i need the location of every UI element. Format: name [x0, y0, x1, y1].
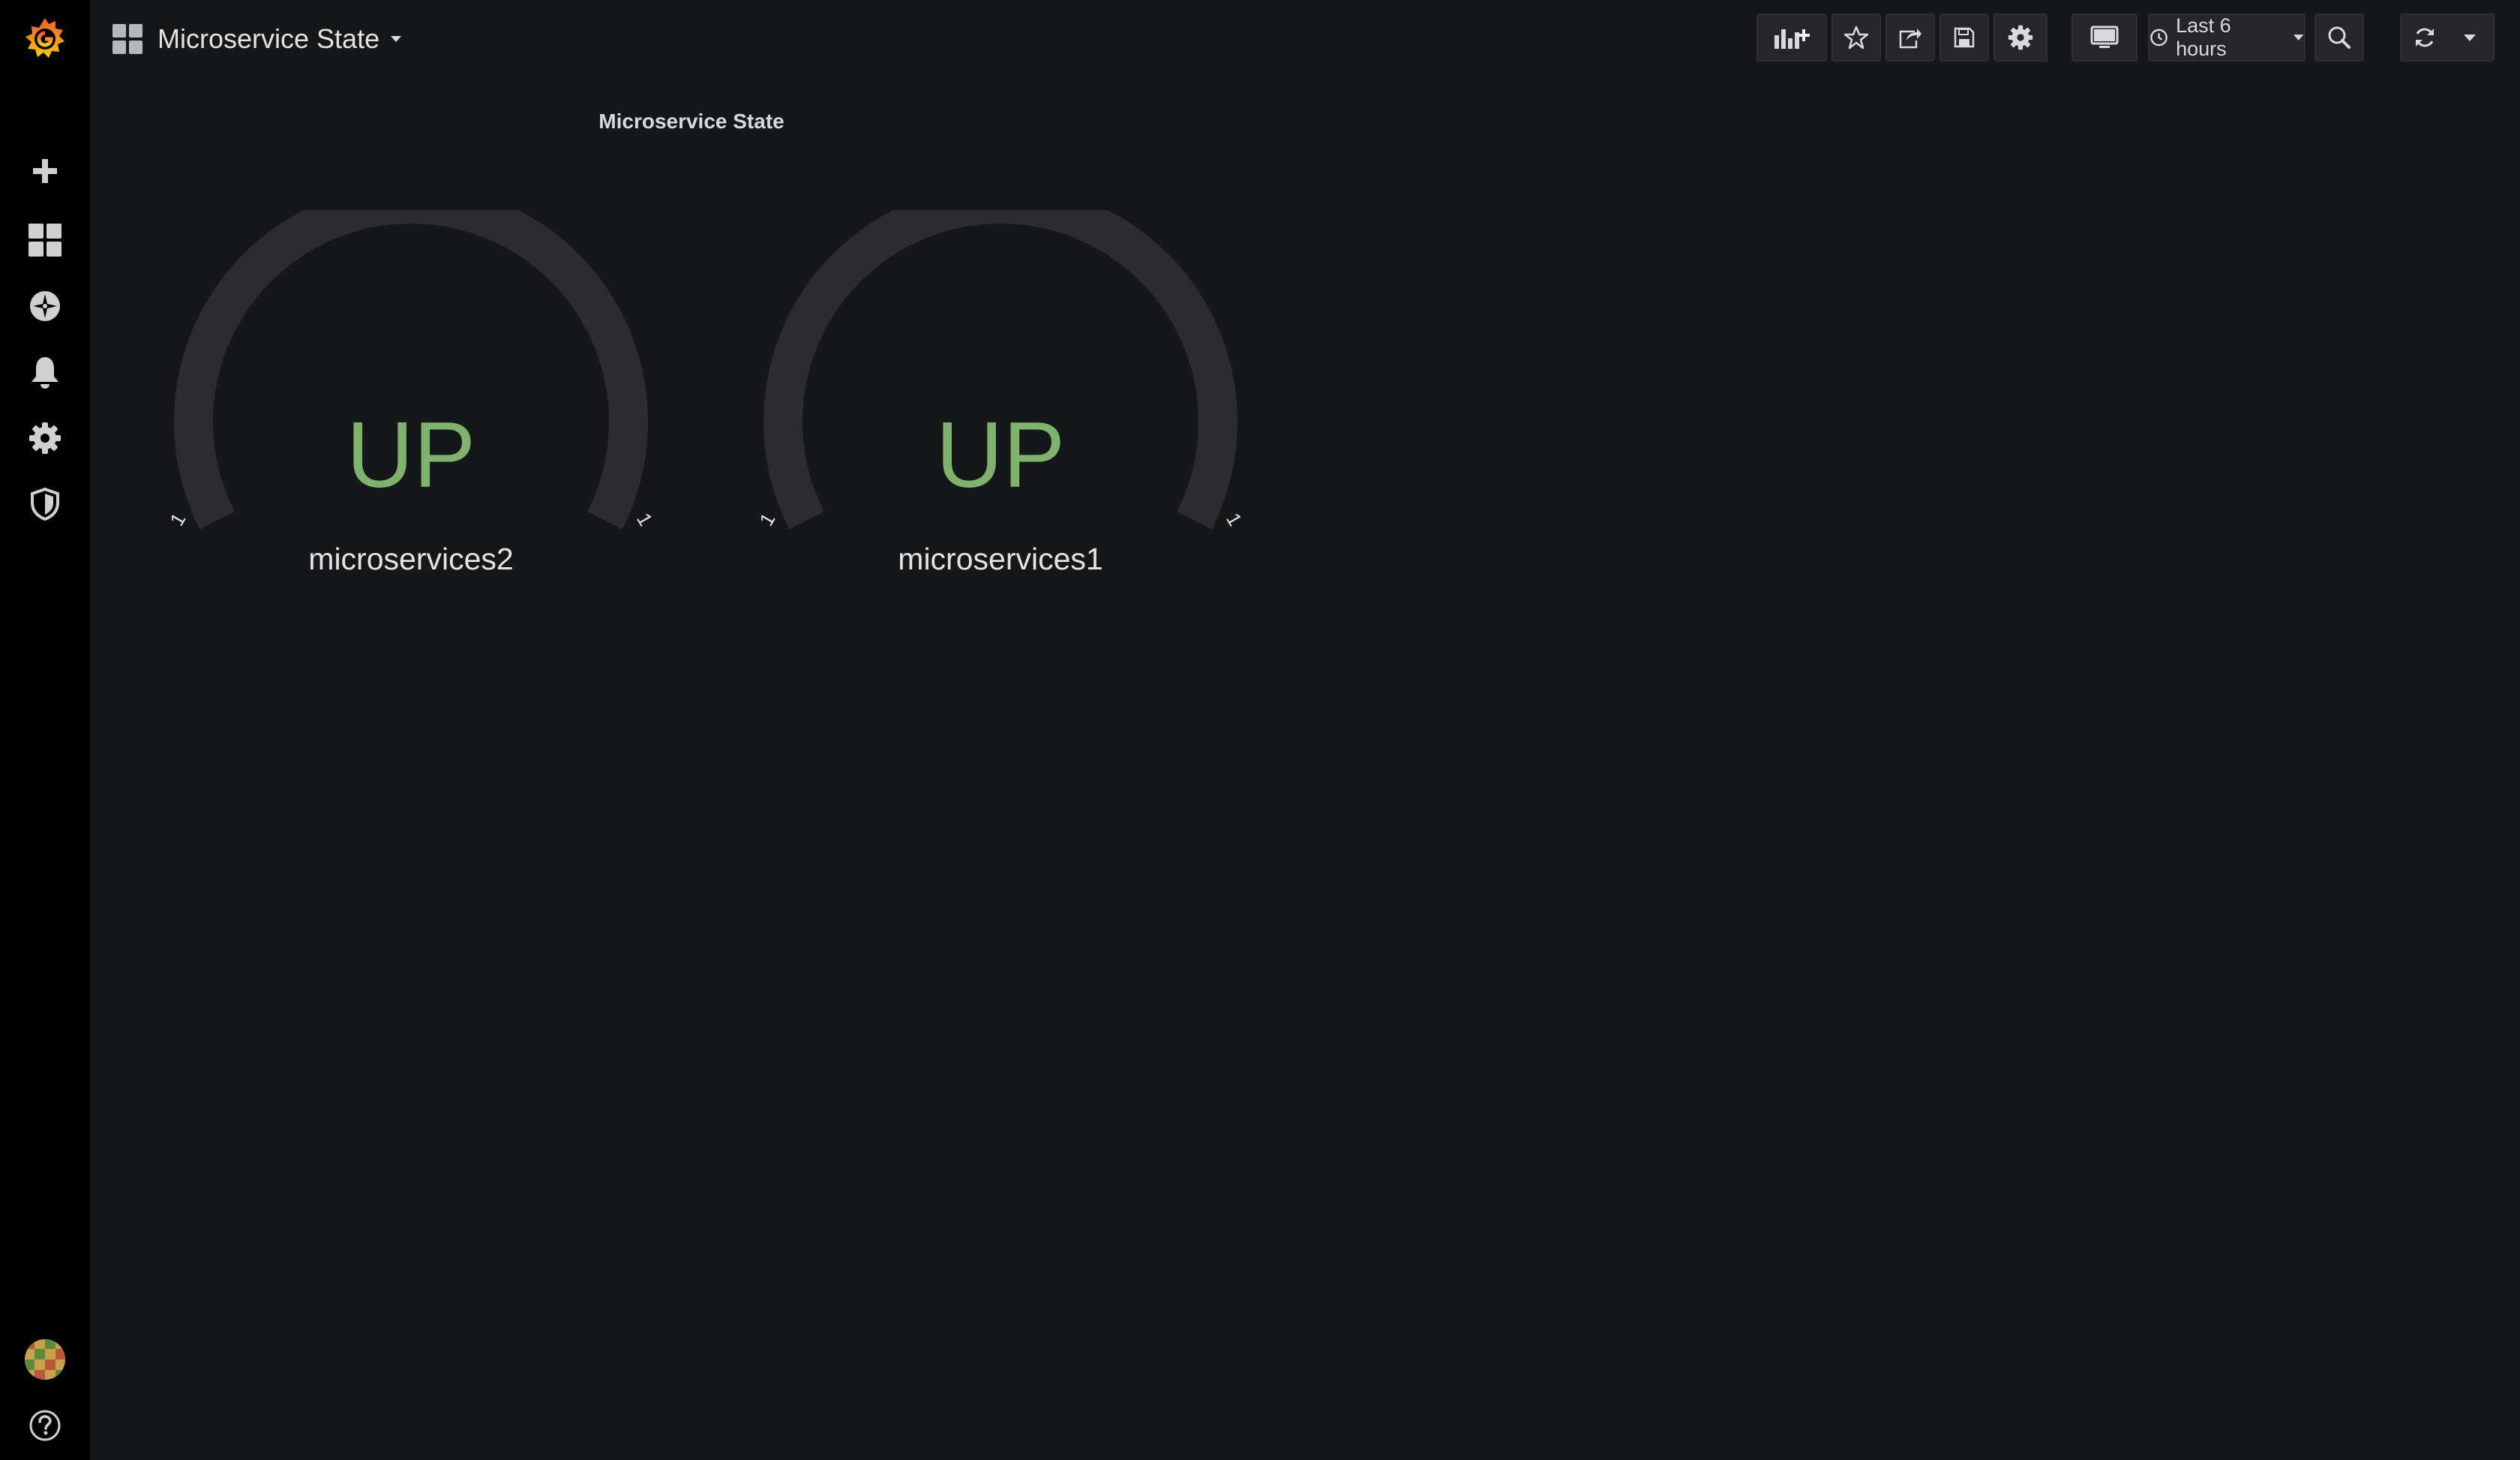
bell-icon — [32, 357, 58, 389]
grafana-logo-icon — [26, 18, 64, 58]
top-navbar: Microservice State Last 6 hours — [90, 0, 2520, 78]
gauge-value: UP — [935, 404, 1066, 507]
refresh-icon — [2416, 28, 2434, 47]
time-range-label: Last 6 hours — [2176, 14, 2231, 60]
dashboard-picker[interactable]: Microservice State — [112, 17, 402, 62]
share-icon — [1899, 29, 1922, 49]
server-admin-button[interactable] — [0, 471, 90, 537]
gear-icon — [29, 422, 61, 454]
save-icon — [1954, 27, 1975, 48]
gauge-series-name: microservices1 — [898, 542, 1103, 576]
dashboard-title: Microservice State — [158, 23, 380, 54]
explore-compass-icon — [30, 291, 60, 321]
dashboard-grid-icon — [112, 24, 142, 54]
zoom-out-button[interactable] — [2314, 14, 2364, 62]
cycle-view-mode-button[interactable] — [2072, 14, 2138, 62]
refresh-interval-dropdown[interactable] — [2447, 15, 2492, 60]
alerting-button[interactable] — [0, 339, 90, 405]
add-panel-button[interactable] — [1756, 14, 1827, 62]
create-button[interactable] — [0, 138, 90, 204]
explore-button[interactable] — [0, 273, 90, 339]
caret-down-icon — [2293, 35, 2304, 41]
dashboards-button[interactable] — [0, 207, 90, 273]
clock-icon — [2150, 29, 2168, 47]
shield-icon — [31, 488, 59, 521]
caret-down-icon — [391, 36, 402, 42]
gear-icon — [2008, 25, 2033, 50]
share-dashboard-button[interactable] — [1886, 14, 1935, 62]
add-panel-icon — [1774, 29, 1810, 49]
help-button[interactable] — [0, 1392, 90, 1458]
time-picker-button[interactable]: Last 6 hours — [2148, 14, 2306, 62]
star-icon — [1844, 26, 1868, 50]
help-icon — [29, 1410, 61, 1441]
star-dashboard-button[interactable] — [1832, 14, 1881, 62]
gauge-series-name: microservices2 — [308, 542, 514, 576]
gauge-value: UP — [346, 404, 476, 507]
gauge: 1 1 UP microservices1 — [730, 210, 1270, 600]
panel-title[interactable]: Microservice State — [450, 110, 933, 134]
plus-icon — [33, 159, 57, 183]
profile-button[interactable] — [0, 1326, 90, 1392]
chevron-down-icon — [2464, 34, 2476, 41]
dashboard-settings-button[interactable] — [1994, 14, 2048, 62]
configuration-button[interactable] — [0, 405, 90, 471]
tv-monitor-icon — [2090, 26, 2119, 48]
refresh-button-group — [2400, 14, 2494, 62]
gauge: 1 1 UP microservices2 — [141, 210, 681, 600]
grafana-logo-button[interactable] — [0, 6, 90, 72]
sidebar — [0, 0, 90, 1460]
dashboards-grid-icon — [28, 224, 62, 257]
refresh-button[interactable] — [2402, 15, 2447, 60]
avatar — [25, 1339, 65, 1380]
zoom-out-icon — [2328, 26, 2350, 49]
save-dashboard-button[interactable] — [1940, 14, 1989, 62]
